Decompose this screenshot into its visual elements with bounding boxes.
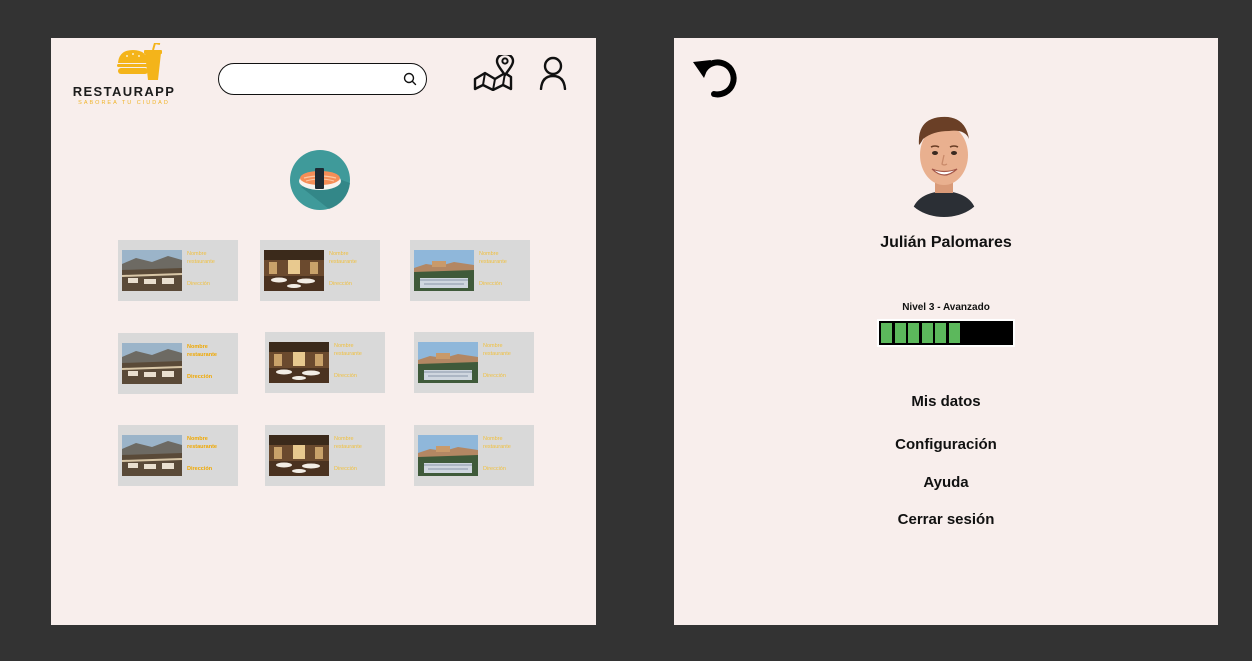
menu-logout[interactable]: Cerrar sesión [674, 511, 1218, 528]
restaurant-card[interactable]: Nombre restaurante Dirección [260, 240, 380, 301]
restaurant-address: Dirección [187, 466, 213, 472]
restaurant-card[interactable]: Nombre restaurante Dirección [410, 240, 530, 301]
restaurant-thumbnail [264, 250, 324, 291]
restaurant-thumbnail [418, 342, 478, 383]
menu-my-data[interactable]: Mis datos [674, 393, 1218, 410]
restaurant-address: Dirección [334, 373, 357, 379]
restaurant-name: Nombre restaurante [483, 343, 511, 357]
restaurant-name: Nombre restaurante [187, 251, 215, 265]
restaurant-card[interactable]: Nombre restaurante Dirección [265, 332, 385, 393]
restaurant-address: Dirección [483, 373, 506, 379]
progress-track [879, 321, 1013, 345]
progress-segment [908, 323, 920, 343]
restaurant-address: Dirección [329, 281, 352, 287]
restaurant-thumbnail [269, 342, 329, 383]
progress-segment [894, 323, 906, 343]
restaurant-thumbnail [122, 435, 182, 476]
restaurant-address: Dirección [187, 281, 210, 287]
search-bar[interactable] [218, 63, 427, 95]
map-pin-icon[interactable] [473, 55, 515, 91]
restaurant-card[interactable]: Nombre restaurante Dirección [118, 240, 238, 301]
burger-drink-icon [117, 41, 162, 80]
restaurant-thumbnail [122, 343, 182, 384]
app-title: RESTAURAPP [72, 84, 176, 99]
restaurant-thumbnail [269, 435, 329, 476]
progress-segment [921, 323, 933, 343]
restaurant-name: Nombre restaurante [329, 251, 357, 265]
progress-segment [881, 323, 892, 343]
user-avatar [905, 109, 983, 217]
user-profile-icon[interactable] [538, 56, 568, 90]
restaurant-address: Dirección [483, 466, 506, 472]
restaurant-thumbnail [122, 250, 182, 291]
restaurant-card[interactable]: Nombre restaurante Dirección [118, 425, 238, 486]
restaurant-name: Nombre restaurante [334, 436, 362, 450]
restaurant-card[interactable]: Nombre restaurante Dirección [414, 425, 534, 486]
restaurant-address: Dirección [187, 374, 213, 380]
menu-settings[interactable]: Configuración [674, 436, 1218, 453]
restaurant-name: Nombre restaurante [483, 436, 511, 450]
restaurant-name: Nombre restaurante [334, 343, 362, 357]
profile-name: Julián Palomares [880, 234, 1012, 251]
restaurant-card[interactable]: Nombre restaurante Dirección [265, 425, 385, 486]
restaurant-address: Dirección [334, 466, 357, 472]
restaurant-address: Dirección [479, 281, 502, 287]
profile-screen: Julián Palomares Nivel 3 - Avanzado Mis … [674, 38, 1218, 625]
restaurant-thumbnail [414, 250, 474, 291]
progress-segment [949, 323, 960, 343]
home-screen: RESTAURAPP SABOREA TU CIUDAD Nombre rest… [51, 38, 596, 625]
level-label: Nivel 3 - Avanzado [902, 302, 990, 313]
restaurant-card[interactable]: Nombre restaurante Dirección [414, 332, 534, 393]
menu-help[interactable]: Ayuda [674, 474, 1218, 491]
restaurant-name: Nombre restaurante [479, 251, 507, 265]
search-input[interactable] [231, 70, 395, 90]
progress-segment [935, 323, 947, 343]
sushi-category-icon[interactable] [289, 149, 351, 211]
app-logo[interactable]: RESTAURAPP SABOREA TU CIUDAD [69, 41, 179, 106]
restaurant-name: Nombre restaurante [187, 344, 217, 358]
search-icon[interactable] [403, 72, 417, 86]
restaurant-thumbnail [418, 435, 478, 476]
restaurant-name: Nombre restaurante [187, 436, 217, 450]
app-tagline: SABOREA TU CIUDAD [78, 100, 170, 106]
level-progress-bar [877, 319, 1015, 347]
restaurant-card[interactable]: Nombre restaurante Dirección [118, 333, 238, 394]
back-arrow-icon[interactable] [690, 52, 742, 100]
